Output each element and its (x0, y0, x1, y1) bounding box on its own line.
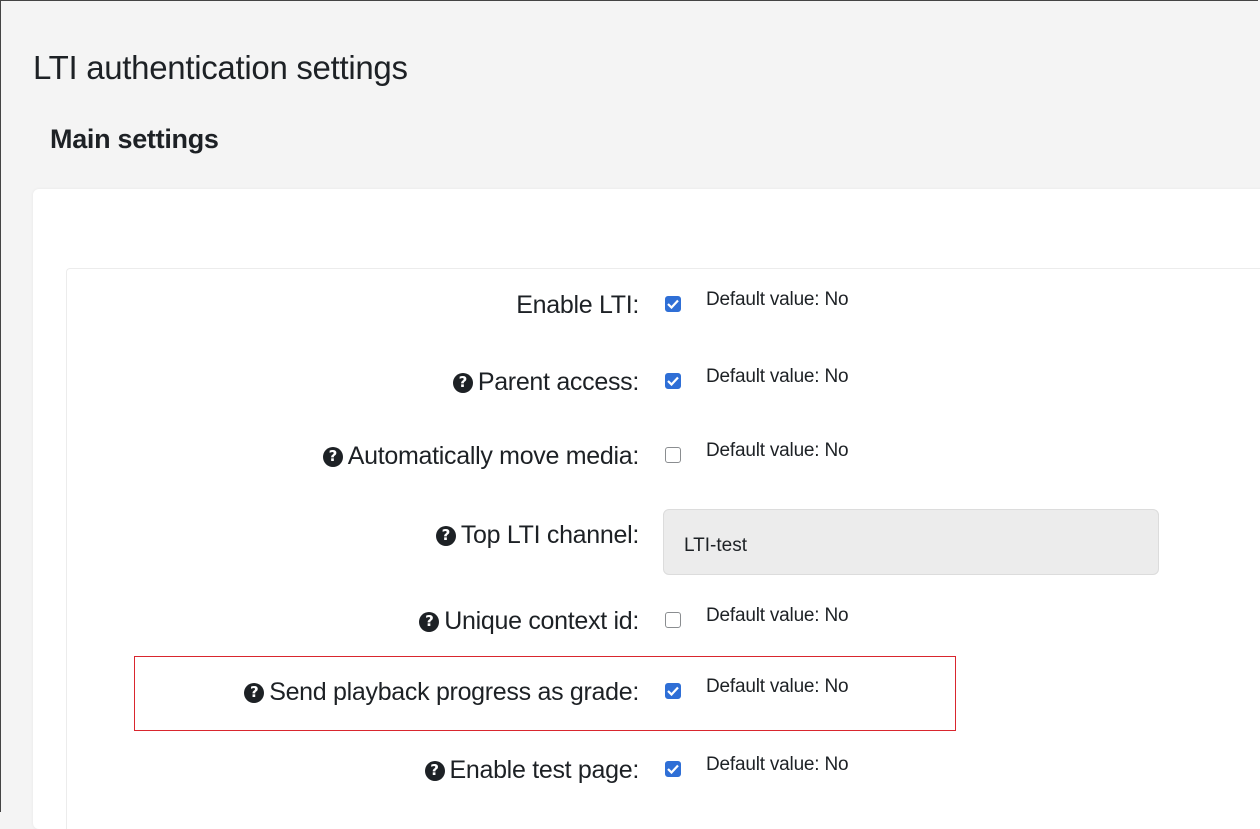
setting-row-enable-test-page: ? Enable test page: Default value: No (1, 754, 1259, 796)
default-value-text: Default value: No (706, 754, 849, 775)
checkmark-icon (667, 376, 679, 386)
question-circle-icon[interactable]: ? (452, 372, 473, 393)
send-playback-progress-checkbox[interactable] (665, 683, 681, 699)
setting-label-text: Unique context id: (444, 607, 639, 635)
setting-label: ? Enable test page: (424, 756, 640, 785)
page-title: LTI authentication settings (33, 49, 408, 86)
default-value-text: Default value: No (706, 366, 849, 387)
question-circle-icon[interactable]: ? (435, 525, 456, 546)
setting-label: ? Parent access: (452, 368, 639, 397)
checkmark-icon (667, 299, 679, 309)
default-value-text: Default value: No (706, 440, 849, 461)
question-circle-icon[interactable]: ? (419, 611, 440, 632)
question-circle-icon[interactable]: ? (424, 760, 445, 781)
setting-label-text: Enable LTI: (516, 291, 639, 319)
setting-row-unique-context-id: ? Unique context id: Default value: No (1, 605, 1259, 647)
enable-test-page-checkbox[interactable] (665, 761, 681, 777)
setting-label: ? Send playback progress as grade: (244, 678, 639, 707)
setting-label-text: Automatically move media: (347, 442, 640, 470)
setting-label-text: Parent access: (477, 368, 639, 396)
top-lti-channel-input[interactable] (663, 509, 1159, 575)
settings-page: LTI authentication settings Main setting… (0, 0, 1260, 829)
default-value-text: Default value: No (706, 289, 849, 310)
checkmark-icon (667, 686, 679, 696)
checkmark-icon (667, 764, 679, 774)
setting-row-send-playback-progress: ? Send playback progress as grade: Defau… (1, 676, 1259, 718)
section-title: Main settings (50, 124, 219, 154)
setting-row-auto-move-media: ? Automatically move media: Default valu… (1, 440, 1259, 482)
enable-lti-checkbox[interactable] (665, 296, 681, 312)
setting-row-enable-lti: Enable LTI: Default value: No (1, 289, 1259, 331)
parent-access-checkbox[interactable] (665, 373, 681, 389)
setting-label-text: Send playback progress as grade: (269, 678, 639, 706)
setting-label: ? Unique context id: (419, 607, 639, 636)
setting-label: ? Top LTI channel: (435, 521, 639, 550)
setting-label: Enable LTI: (516, 291, 639, 320)
setting-row-parent-access: ? Parent access: Default value: No (1, 366, 1259, 408)
question-circle-icon[interactable]: ? (244, 682, 265, 703)
auto-move-media-checkbox[interactable] (665, 447, 681, 463)
setting-label-text: Top LTI channel: (460, 521, 639, 549)
default-value-text: Default value: No (706, 605, 849, 626)
unique-context-id-checkbox[interactable] (665, 612, 681, 628)
setting-label: ? Automatically move media: (322, 442, 640, 471)
default-value-text: Default value: No (706, 676, 849, 697)
setting-label-text: Enable test page: (449, 756, 640, 784)
question-circle-icon[interactable]: ? (322, 446, 343, 467)
